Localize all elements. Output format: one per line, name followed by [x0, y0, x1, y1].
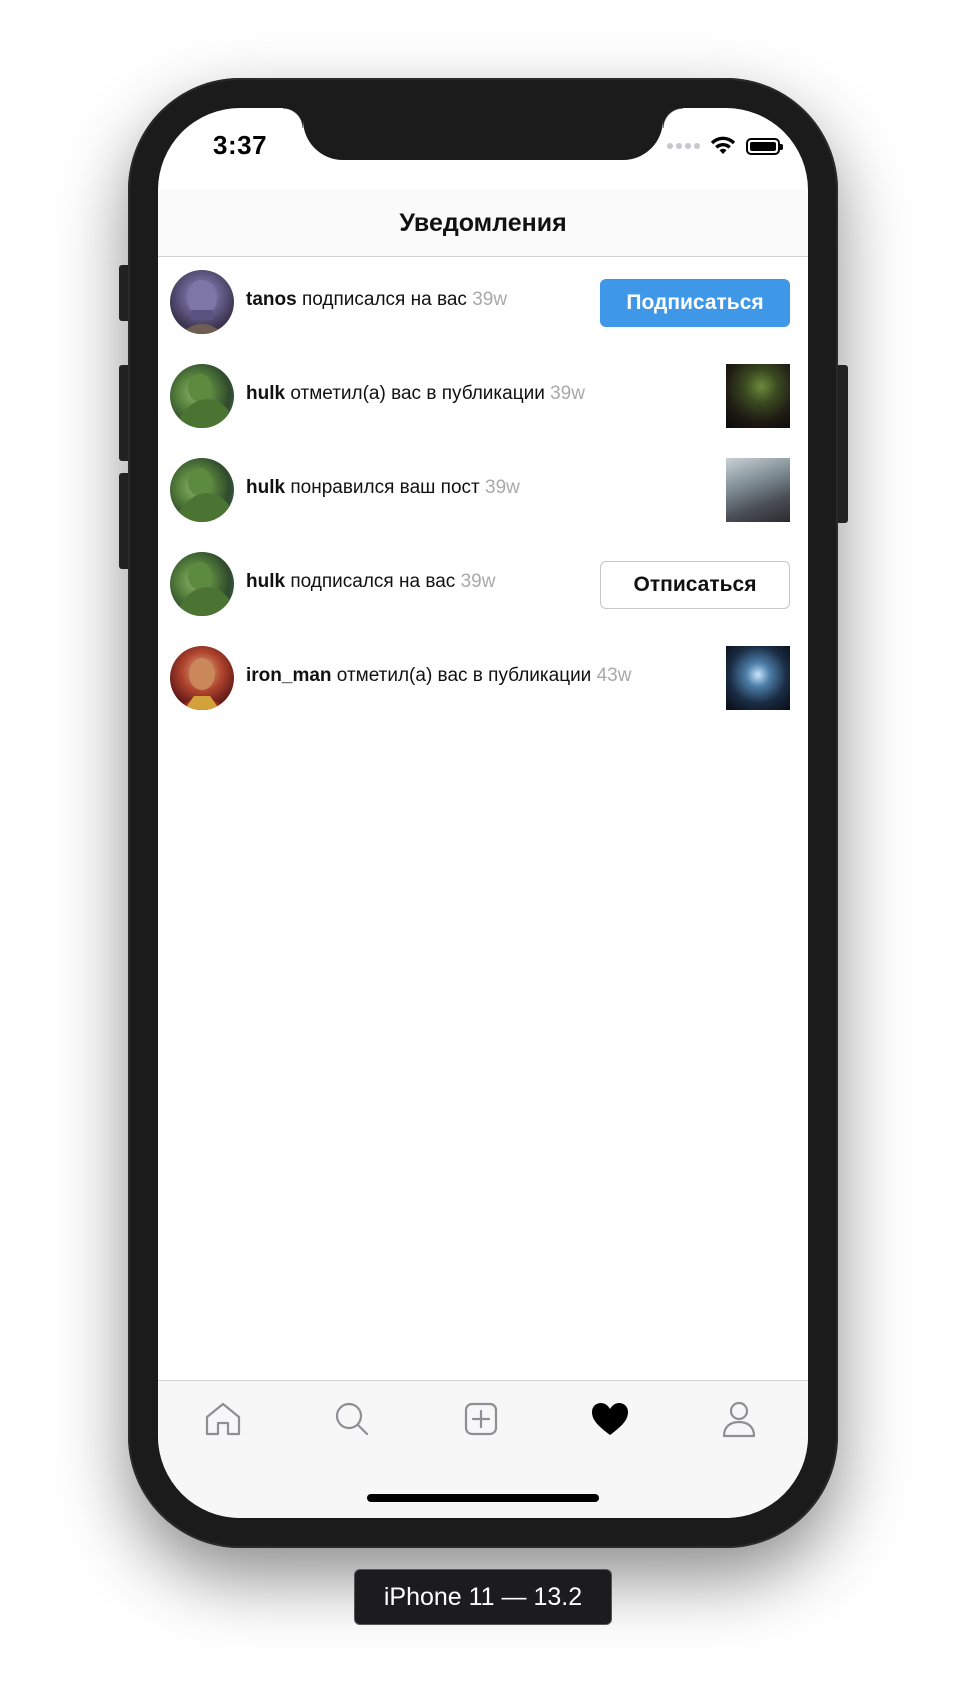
notifications-list: tanos подписался на вас 39w Подписаться …	[158, 257, 808, 727]
page-title: Уведомления	[399, 208, 567, 237]
timestamp: 39w	[544, 383, 585, 404]
phone-screen: 3:37 Уведомления tanos подписался на вас…	[158, 108, 808, 1518]
username[interactable]: hulk	[246, 383, 285, 404]
notification-row[interactable]: hulk отметил(а) вас в публикации 39w	[158, 351, 808, 445]
notification-action: отметил(а) вас в публикации	[285, 383, 545, 404]
navigation-bar: Уведомления	[158, 190, 808, 257]
timestamp: 43w	[591, 665, 632, 686]
tab-profile[interactable]	[715, 1395, 763, 1443]
tab-home[interactable]	[199, 1395, 247, 1443]
username[interactable]: tanos	[246, 289, 297, 310]
notification-action: подписался на вас	[296, 289, 473, 310]
notification-action: подписался на вас	[285, 571, 461, 592]
post-thumbnail[interactable]	[726, 646, 790, 710]
notification-row[interactable]: hulk понравился ваш пост 39w	[158, 445, 808, 539]
timestamp: 39w	[460, 571, 496, 592]
notification-action: понравился ваш пост	[285, 477, 485, 498]
notification-action: отметил(а) вас в публикации	[331, 665, 592, 686]
heart-icon	[592, 1403, 628, 1435]
username[interactable]: hulk	[246, 571, 285, 592]
notification-row[interactable]: hulk подписался на вас 39w Отписаться	[158, 539, 808, 633]
notification-row[interactable]: tanos подписался на вас 39w Подписаться	[158, 257, 808, 351]
notification-text: iron_man отметил(а) вас в публикации 43w	[246, 665, 631, 687]
status-time: 3:37	[213, 130, 268, 160]
cellular-signal-icon	[667, 143, 700, 149]
tab-add[interactable]	[457, 1395, 505, 1443]
notification-text: hulk отметил(а) вас в публикации 39w	[246, 383, 585, 405]
status-icons	[667, 136, 783, 156]
search-icon	[335, 1402, 369, 1436]
notification-row[interactable]: iron_man отметил(а) вас в публикации 43w	[158, 633, 808, 727]
avatar[interactable]	[170, 646, 234, 710]
wifi-icon	[710, 136, 736, 154]
tab-activity[interactable]	[586, 1395, 634, 1443]
avatar[interactable]	[170, 270, 234, 334]
username[interactable]: hulk	[246, 477, 285, 498]
follow-button[interactable]: Подписаться	[600, 279, 790, 327]
timestamp: 39w	[485, 477, 520, 498]
home-indicator[interactable]	[367, 1494, 599, 1502]
home-icon	[205, 1402, 241, 1436]
unfollow-button[interactable]: Отписаться	[600, 561, 790, 609]
profile-icon	[722, 1401, 756, 1438]
simulator-stage: 3:37 Уведомления tanos подписался на вас…	[0, 0, 966, 1696]
avatar[interactable]	[170, 364, 234, 428]
add-icon	[464, 1402, 498, 1436]
post-thumbnail[interactable]	[726, 364, 790, 428]
username[interactable]: iron_man	[246, 665, 332, 686]
post-thumbnail[interactable]	[726, 458, 790, 522]
simulator-device-label: iPhone 11 — 13.2	[354, 1569, 612, 1625]
notch	[283, 108, 683, 160]
avatar[interactable]	[170, 552, 234, 616]
notification-text: hulk понравился ваш пост 39w	[246, 477, 520, 499]
avatar[interactable]	[170, 458, 234, 522]
notification-text: tanos подписался на вас 39w	[246, 289, 507, 311]
timestamp: 39w	[472, 289, 508, 310]
battery-icon	[746, 137, 783, 155]
tab-search[interactable]	[328, 1395, 376, 1443]
notification-text: hulk подписался на вас 39w	[246, 571, 495, 593]
